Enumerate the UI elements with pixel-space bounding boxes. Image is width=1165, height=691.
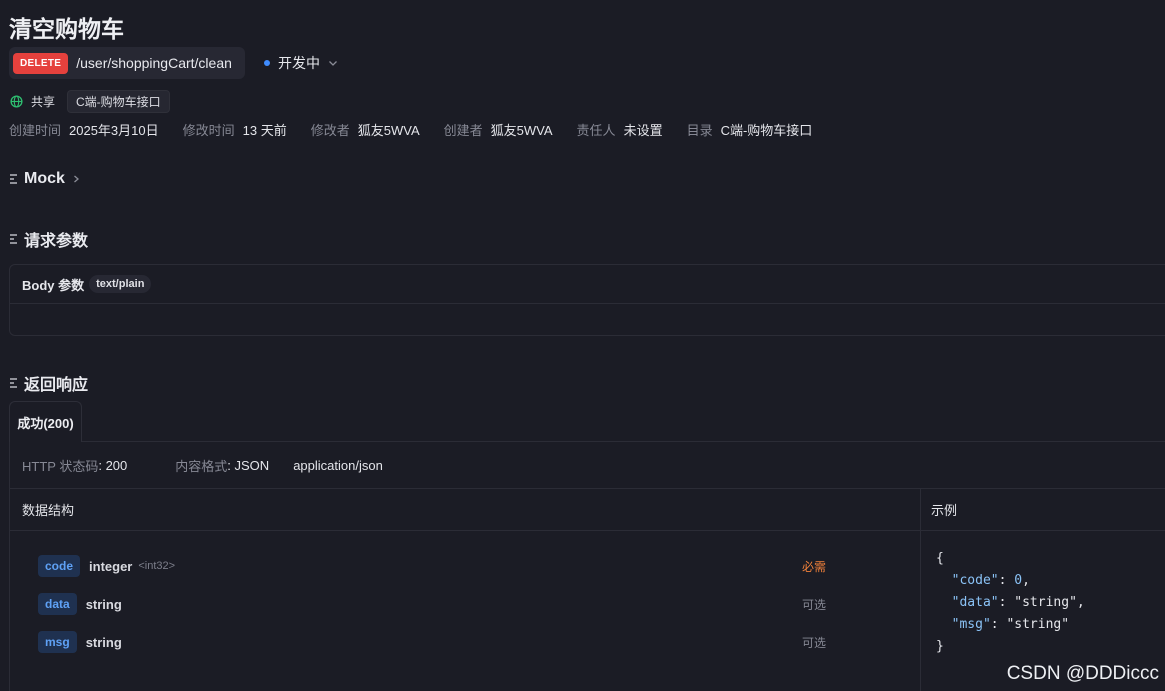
meta-value[interactable]: 未设置 bbox=[624, 120, 663, 139]
mock-title: Mock bbox=[24, 170, 65, 187]
meta-key: 创建者 bbox=[443, 123, 483, 138]
field-required: 必需 bbox=[802, 559, 827, 574]
status-dot-icon bbox=[264, 60, 270, 66]
example-json[interactable]: { "code": 0, "data": "string", "msg": "s… bbox=[936, 548, 1085, 658]
field-row-msg[interactable]: msg string 可选 bbox=[38, 630, 838, 654]
request-section-header: 请求参数 bbox=[9, 227, 88, 251]
section-lines-icon bbox=[10, 378, 17, 388]
section-lines-icon bbox=[10, 234, 17, 244]
response-panel: HTTP 状态码: 200 内容格式: JSON application/jso… bbox=[9, 441, 1165, 691]
tab-success-200[interactable]: 成功(200) bbox=[9, 401, 82, 442]
meta-value: 13 天前 bbox=[242, 123, 287, 138]
field-name: data bbox=[38, 593, 77, 615]
meta-creator: 创建者 狐友5WVA bbox=[444, 120, 553, 139]
chevron-down-icon bbox=[329, 61, 337, 66]
endpoint-path: /user/shoppingCart/clean bbox=[76, 55, 232, 71]
field-optional: 可选 bbox=[802, 597, 827, 612]
folder-tag[interactable]: C端-购物车接口 bbox=[67, 90, 170, 113]
meta-key: 责任人 bbox=[576, 123, 616, 138]
field-type: string bbox=[85, 596, 122, 612]
meta-modified-time: 修改时间 13 天前 bbox=[183, 120, 287, 139]
meta-value[interactable]: C端-购物车接口 bbox=[721, 120, 813, 139]
meta-owner[interactable]: 责任人 未设置 bbox=[577, 120, 663, 139]
content-format-key: 内容格式 bbox=[175, 458, 228, 474]
meta-value: 2025年3月10日 bbox=[69, 123, 159, 138]
share-label[interactable]: 共享 bbox=[31, 93, 55, 110]
request-title: 请求参数 bbox=[24, 233, 89, 250]
json-value: "string" bbox=[1014, 595, 1077, 610]
globe-icon bbox=[10, 95, 23, 108]
endpoint-path-box[interactable]: DELETE /user/shoppingCart/clean bbox=[9, 47, 245, 79]
meta-key: 修改者 bbox=[310, 123, 350, 138]
body-content-type-badge: text/plain bbox=[89, 275, 152, 293]
json-key: "code" bbox=[951, 573, 999, 588]
column-divider bbox=[920, 489, 921, 691]
json-brace-open: { bbox=[936, 551, 944, 566]
json-value: 0 bbox=[1014, 573, 1023, 588]
meta-created-time: 创建时间 2025年3月10日 bbox=[9, 120, 159, 139]
json-value: "string" bbox=[1006, 617, 1070, 632]
meta-key: 修改时间 bbox=[182, 123, 235, 138]
field-row-data[interactable]: data string 可选 bbox=[38, 592, 838, 616]
status-label: 开发中 bbox=[278, 55, 320, 71]
content-type-value: application/json bbox=[293, 457, 383, 473]
json-sep: , bbox=[1022, 573, 1030, 588]
meta-key: 创建时间 bbox=[9, 123, 62, 138]
chevron-right-icon bbox=[73, 175, 79, 183]
response-title: 返回响应 bbox=[24, 377, 89, 394]
meta-key: 目录 bbox=[686, 123, 713, 138]
json-key: "data" bbox=[951, 595, 999, 610]
body-params-label: Body 参数 bbox=[22, 277, 85, 293]
field-row-code[interactable]: code integer <int32> 必需 bbox=[38, 554, 838, 578]
mock-section-header[interactable]: Mock bbox=[9, 170, 81, 188]
field-format: <int32> bbox=[138, 560, 176, 572]
meta-modifier: 修改者 狐友5WVA bbox=[311, 120, 420, 139]
page-title: 清空购物车 bbox=[9, 16, 124, 42]
share-row: 共享 C端-购物车接口 bbox=[10, 90, 170, 113]
section-lines-icon bbox=[10, 174, 17, 184]
example-header: 示例 bbox=[931, 503, 958, 518]
content-format-value: JSON bbox=[234, 457, 270, 473]
json-sep: , bbox=[1076, 595, 1085, 610]
data-structure-header: 数据结构 bbox=[22, 503, 75, 518]
body-params-panel: Body 参数 text/plain bbox=[9, 264, 1165, 336]
response-meta: HTTP 状态码: 200 内容格式: JSON application/jso… bbox=[10, 442, 1165, 489]
meta-value: 狐友5WVA bbox=[357, 123, 420, 138]
field-type: string bbox=[85, 634, 122, 650]
meta-value: 狐友5WVA bbox=[490, 123, 553, 138]
json-brace-close: } bbox=[936, 639, 944, 654]
meta-directory[interactable]: 目录 C端-购物车接口 bbox=[687, 120, 813, 139]
body-params-header: Body 参数 text/plain bbox=[10, 265, 1165, 304]
method-badge: DELETE bbox=[13, 52, 69, 74]
http-status-value: 200 bbox=[105, 457, 128, 473]
status-dropdown[interactable]: 开发中 bbox=[264, 53, 339, 73]
http-status-key: HTTP 状态码 bbox=[22, 458, 99, 474]
field-name: code bbox=[38, 555, 81, 577]
response-section-header: 返回响应 bbox=[9, 371, 88, 395]
watermark: CSDN @DDDiccc bbox=[1006, 663, 1159, 684]
field-name: msg bbox=[38, 631, 77, 653]
field-type: integer bbox=[89, 558, 133, 574]
json-key: "msg" bbox=[951, 617, 991, 632]
meta-row: 创建时间 2025年3月10日 修改时间 13 天前 修改者 狐友5WVA 创建… bbox=[9, 120, 836, 139]
field-optional: 可选 bbox=[802, 635, 827, 650]
header-divider bbox=[10, 530, 1165, 531]
